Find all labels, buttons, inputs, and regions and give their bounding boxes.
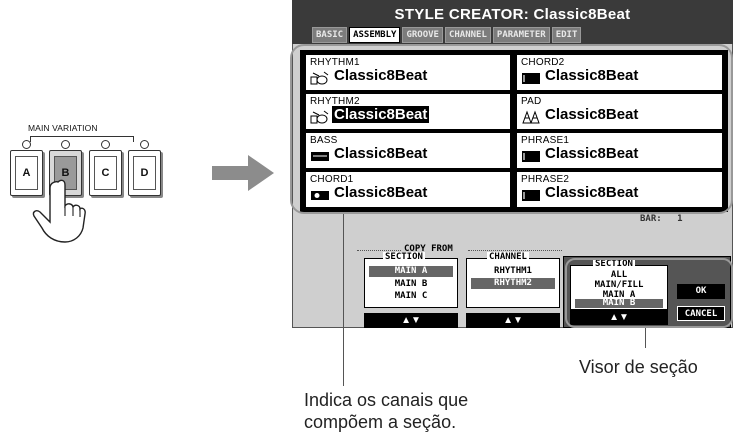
copy-section-up-down-button[interactable]: ▲▼ bbox=[364, 313, 458, 328]
variation-button-d-label: D bbox=[133, 156, 156, 190]
panel-bracket-right bbox=[133, 136, 134, 142]
screen-title: STYLE CREATOR: Classic8Beat bbox=[394, 6, 631, 23]
tab-assembly[interactable]: ASSEMBLY bbox=[349, 27, 401, 43]
tab-basic[interactable]: BASIC bbox=[312, 27, 348, 43]
copy-section-main-b[interactable]: MAIN B bbox=[369, 279, 453, 290]
copy-section-title: SECTION bbox=[383, 252, 425, 262]
section-callout-line bbox=[645, 328, 646, 348]
tab-parameter[interactable]: PARAMETER bbox=[492, 27, 550, 43]
copy-channel-rhythm1[interactable]: RHYTHM1 bbox=[471, 266, 555, 277]
variation-button-d[interactable]: D bbox=[128, 150, 161, 196]
copy-section-main-a[interactable]: MAIN A bbox=[369, 266, 453, 277]
right-arrow-icon bbox=[212, 155, 274, 191]
panel-bracket bbox=[30, 136, 134, 137]
channels-caption-line2: compõem a seção. bbox=[304, 412, 457, 432]
copy-channel-up-down-button[interactable]: ▲▼ bbox=[466, 313, 560, 328]
led-d bbox=[140, 140, 149, 149]
pressing-hand-icon bbox=[32, 179, 86, 243]
led-c bbox=[101, 140, 110, 149]
channels-caption-line1: Indica os canais que bbox=[304, 390, 469, 410]
variation-button-c[interactable]: C bbox=[89, 150, 122, 196]
section-display-caption: Visor de seção bbox=[579, 357, 698, 377]
tab-edit[interactable]: EDIT bbox=[551, 27, 582, 43]
bar-indicator: BAR: 1 bbox=[640, 214, 683, 224]
led-b bbox=[61, 140, 70, 149]
copy-from-rule-right bbox=[468, 250, 562, 251]
channels-callout-line bbox=[343, 214, 344, 386]
copy-section-box: SECTION MAIN A MAIN B MAIN C bbox=[364, 252, 458, 308]
led-a bbox=[22, 140, 31, 149]
tab-channel[interactable]: CHANNEL bbox=[444, 27, 491, 43]
variation-button-c-label: C bbox=[94, 156, 117, 190]
copy-from-rule-left bbox=[357, 250, 401, 251]
bar-label: BAR: bbox=[640, 214, 662, 224]
copy-section-main-c[interactable]: MAIN C bbox=[369, 291, 453, 302]
tab-bar: BASIC ASSEMBLY GROOVE CHANNEL PARAMETER … bbox=[300, 27, 733, 43]
copy-channel-rhythm2[interactable]: RHYTHM2 bbox=[471, 278, 555, 289]
tab-groove[interactable]: GROOVE bbox=[402, 27, 443, 43]
section-popup-highlight-outline bbox=[565, 258, 733, 328]
copy-channel-title: CHANNEL bbox=[487, 252, 529, 262]
bar-value: 1 bbox=[677, 214, 683, 224]
copy-channel-box: CHANNEL RHYTHM1 RHYTHM2 bbox=[466, 252, 560, 308]
channels-highlight-outline bbox=[290, 44, 733, 214]
